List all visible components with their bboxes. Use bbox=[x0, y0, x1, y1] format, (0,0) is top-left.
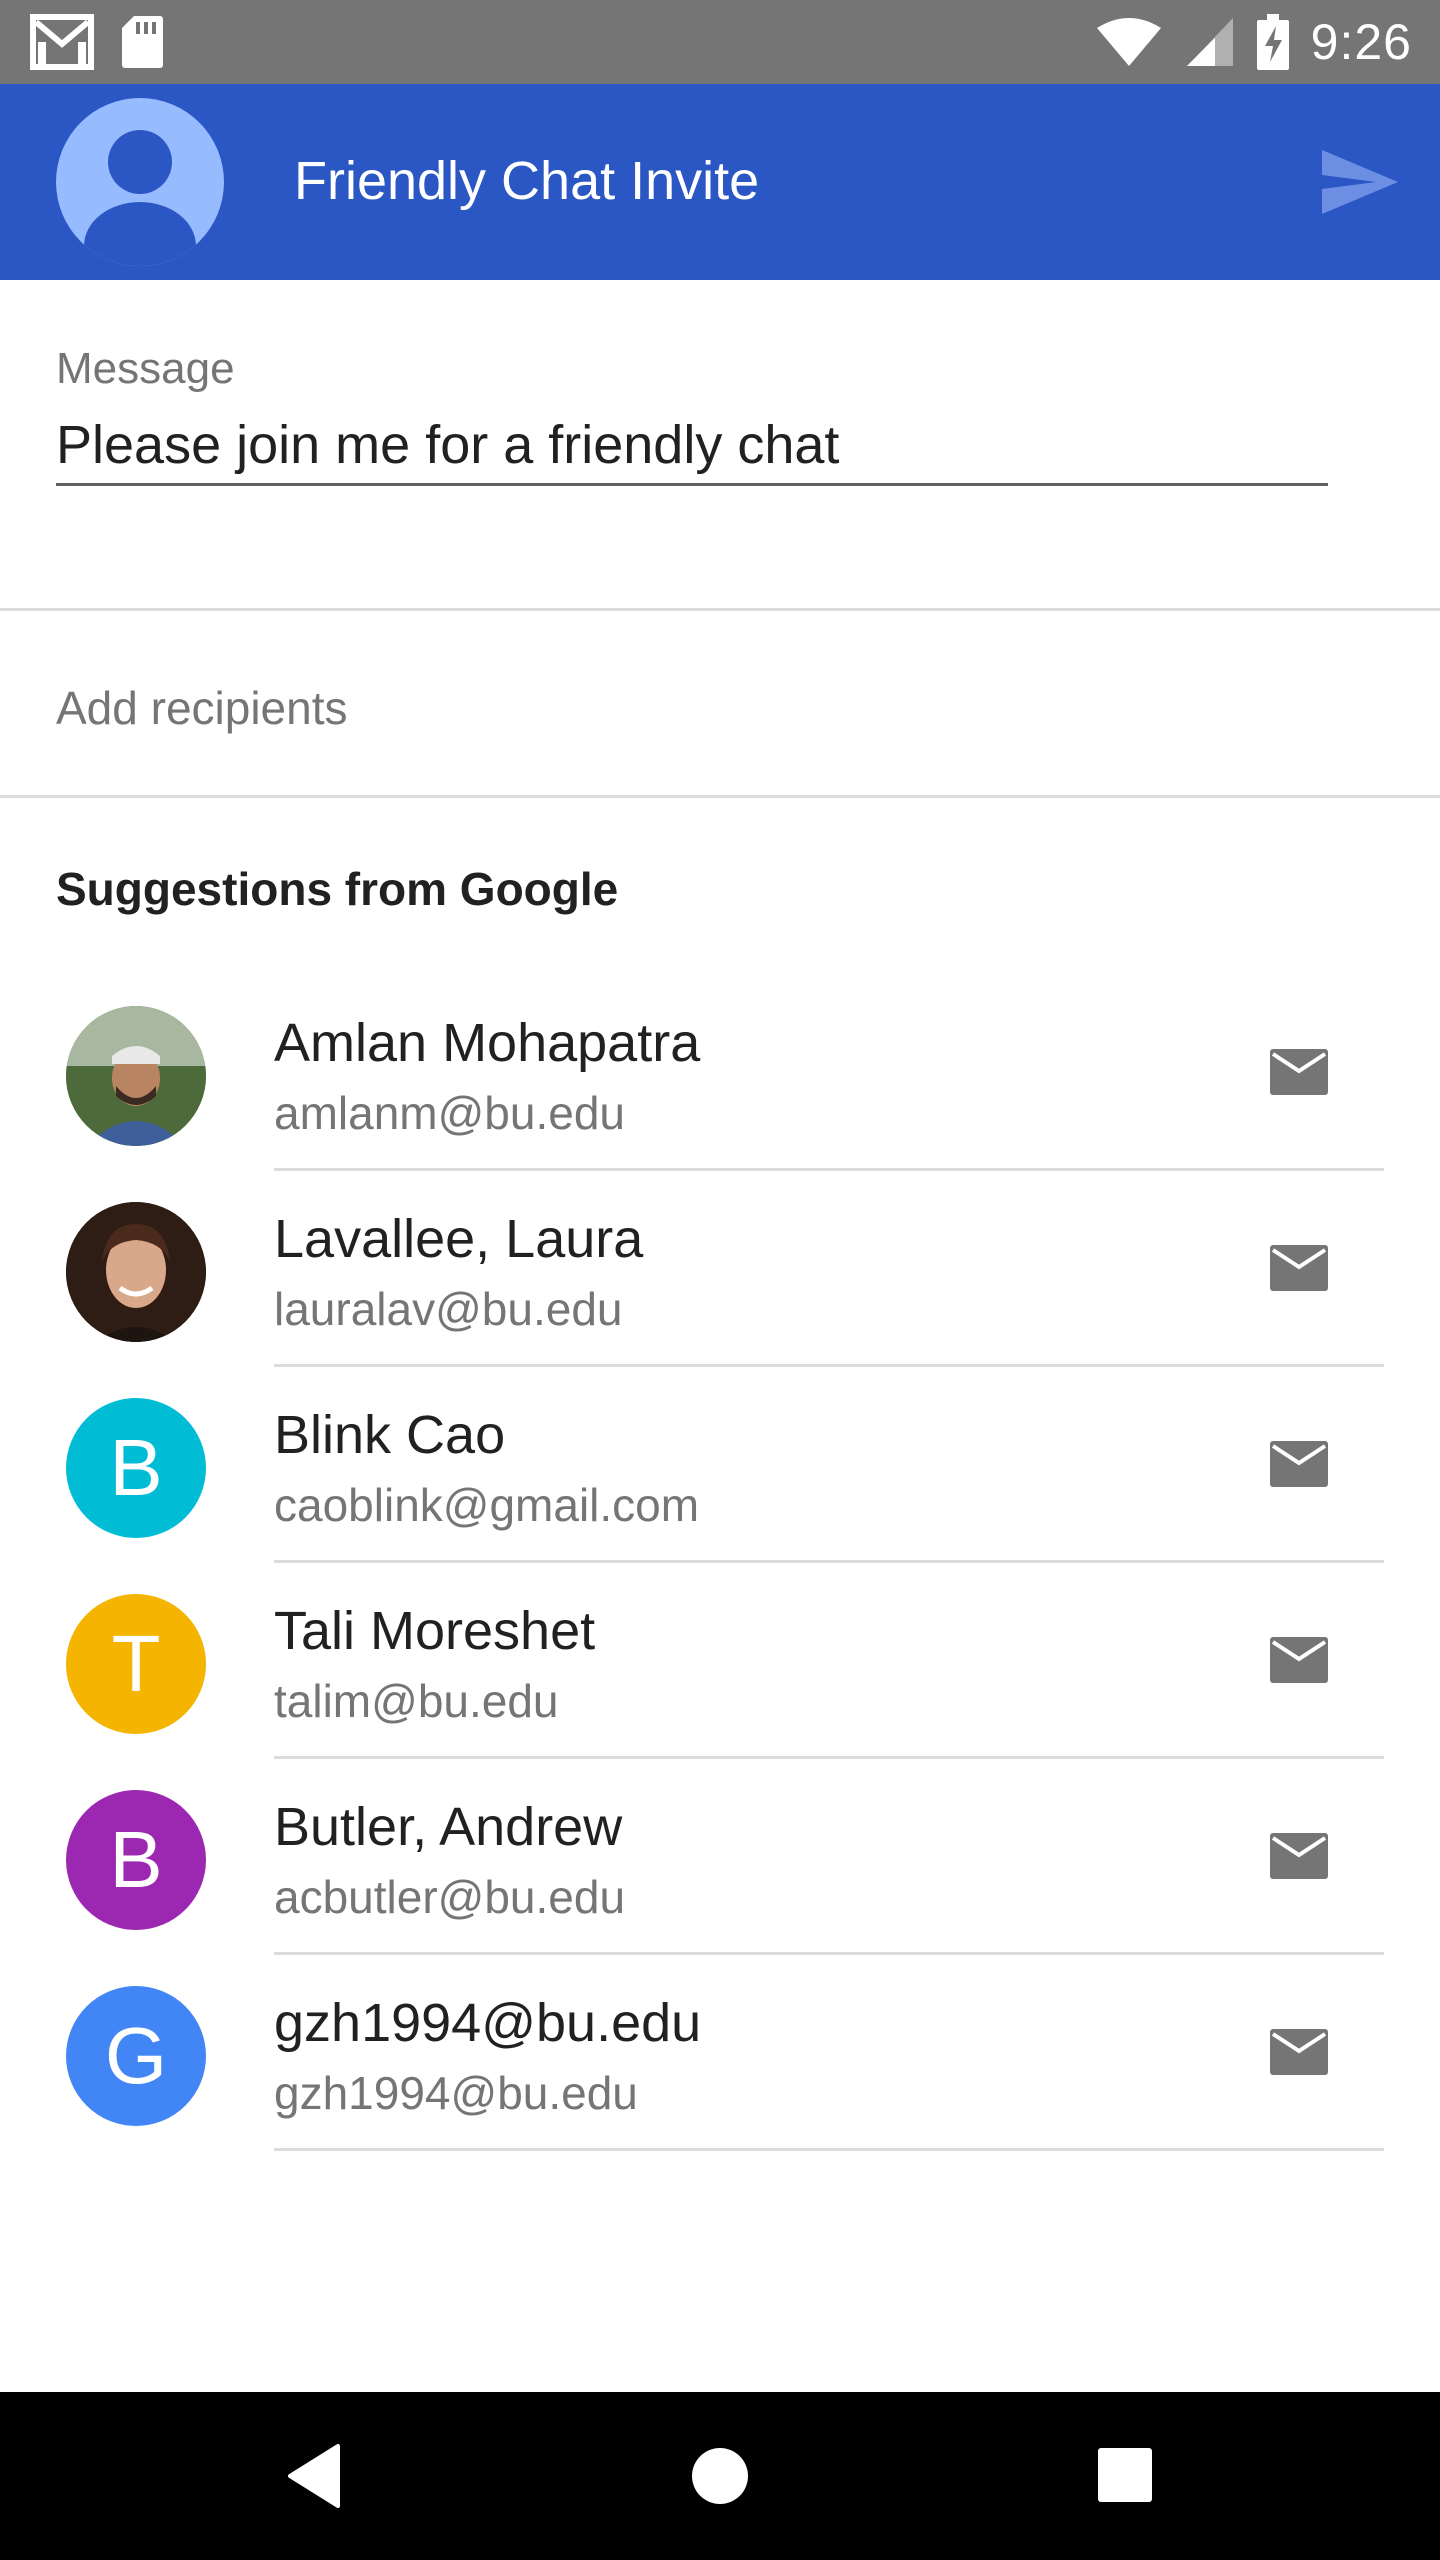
suggestion-row[interactable]: B Blink Cao caoblink@gmail.com bbox=[0, 1368, 1440, 1564]
avatar: G bbox=[66, 1986, 206, 2126]
app-title: Friendly Chat Invite bbox=[294, 151, 760, 211]
contact-name: gzh1994@bu.edu bbox=[274, 1993, 702, 2053]
suggestions-heading: Suggestions from Google bbox=[56, 863, 619, 915]
cell-signal-icon bbox=[1186, 18, 1233, 66]
status-left-icons bbox=[30, 14, 164, 70]
navigation-bar bbox=[0, 2392, 1440, 2560]
contact-name: Blink Cao bbox=[274, 1405, 506, 1465]
row-divider bbox=[274, 1756, 1384, 1759]
send-icon[interactable] bbox=[1320, 146, 1400, 218]
avatar bbox=[66, 1202, 206, 1342]
email-icon[interactable] bbox=[1270, 1637, 1328, 1683]
sd-card-icon bbox=[122, 16, 163, 68]
row-divider bbox=[274, 1168, 1384, 1171]
row-divider bbox=[274, 1952, 1384, 1955]
message-label: Message bbox=[56, 344, 235, 393]
contact-email: talim@bu.edu bbox=[274, 1675, 559, 1727]
contact-email: gzh1994@bu.edu bbox=[274, 2067, 638, 2119]
email-icon[interactable] bbox=[1270, 1833, 1328, 1879]
suggestion-row[interactable]: G gzh1994@bu.edu gzh1994@bu.edu bbox=[0, 1956, 1440, 2152]
contact-email: acbutler@bu.edu bbox=[274, 1871, 626, 1923]
avatar: B bbox=[66, 1790, 206, 1930]
email-icon[interactable] bbox=[1270, 2029, 1328, 2075]
email-icon[interactable] bbox=[1270, 1245, 1328, 1291]
contact-name: Butler, Andrew bbox=[274, 1797, 623, 1857]
row-divider bbox=[274, 1560, 1384, 1563]
app-bar: Friendly Chat Invite bbox=[0, 84, 1440, 280]
suggestions-list: Amlan Mohapatra amlanm@bu.edu Lavallee, … bbox=[0, 976, 1440, 2152]
message-input[interactable] bbox=[56, 406, 1328, 486]
suggestion-row[interactable]: Amlan Mohapatra amlanm@bu.edu bbox=[0, 976, 1440, 1172]
gmail-icon bbox=[30, 14, 94, 70]
status-time: 9:26 bbox=[1310, 14, 1412, 70]
back-icon[interactable] bbox=[276, 2436, 356, 2516]
email-icon[interactable] bbox=[1270, 1049, 1328, 1095]
home-icon[interactable] bbox=[680, 2436, 760, 2516]
status-right-icons: 9:26 bbox=[1095, 8, 1412, 76]
contact-name: Amlan Mohapatra bbox=[274, 1013, 701, 1073]
divider bbox=[0, 795, 1440, 798]
contact-email: amlanm@bu.edu bbox=[274, 1087, 625, 1139]
recents-icon[interactable] bbox=[1086, 2436, 1166, 2516]
row-divider bbox=[274, 1364, 1384, 1367]
contact-email: lauralav@bu.edu bbox=[274, 1283, 623, 1335]
contact-email: caoblink@gmail.com bbox=[274, 1479, 700, 1531]
contact-name: Lavallee, Laura bbox=[274, 1209, 644, 1269]
wifi-icon bbox=[1096, 18, 1161, 66]
battery-charging-icon bbox=[1256, 14, 1289, 70]
suggestion-row[interactable]: Lavallee, Laura lauralav@bu.edu bbox=[0, 1172, 1440, 1368]
account-icon[interactable] bbox=[56, 98, 224, 266]
avatar: B bbox=[66, 1398, 206, 1538]
email-icon[interactable] bbox=[1270, 1441, 1328, 1487]
status-bar: 9:26 bbox=[0, 0, 1440, 84]
row-divider bbox=[274, 2148, 1384, 2151]
avatar: T bbox=[66, 1594, 206, 1734]
suggestion-row[interactable]: B Butler, Andrew acbutler@bu.edu bbox=[0, 1760, 1440, 1956]
screen: 9:26 Friendly Chat Invite Message Sugges… bbox=[0, 0, 1440, 2560]
avatar bbox=[66, 1006, 206, 1146]
divider bbox=[0, 608, 1440, 611]
recipients-input[interactable] bbox=[56, 670, 1356, 746]
suggestion-row[interactable]: T Tali Moreshet talim@bu.edu bbox=[0, 1564, 1440, 1760]
contact-name: Tali Moreshet bbox=[274, 1601, 596, 1661]
